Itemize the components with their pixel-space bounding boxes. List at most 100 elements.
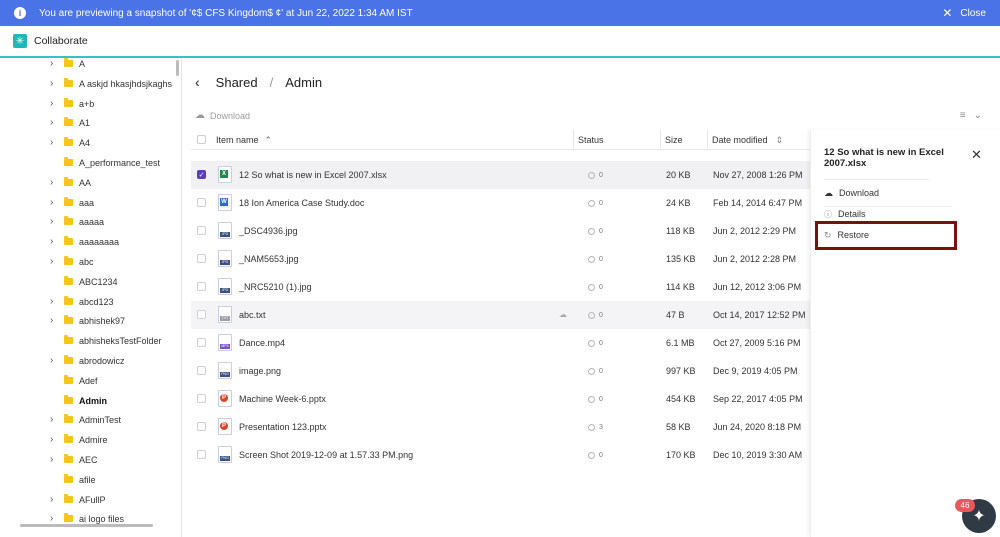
file-name[interactable]: 18 Ion America Case Study.doc [239, 189, 364, 217]
png-file-icon: PNG [218, 362, 232, 379]
tree-item[interactable]: › a+b [0, 94, 176, 114]
tree-item-label: A_performance_test [79, 158, 161, 168]
row-checkbox[interactable]: ✓ [197, 170, 206, 179]
status-ring-icon [588, 255, 595, 263]
tree-item-label: AFullP [79, 494, 106, 505]
chevron-right-icon[interactable]: › [50, 118, 58, 128]
chevron-right-icon[interactable]: › [50, 59, 58, 69]
tree-item-label: A4 [79, 138, 91, 149]
tree-horizontal-scrollbar[interactable] [20, 524, 153, 527]
chevron-right-icon[interactable]: › [50, 514, 58, 524]
file-name[interactable]: _NRC5210 (1).jpg [239, 273, 312, 301]
close-banner-button[interactable]: ✕ Close [942, 0, 986, 26]
tree-item[interactable]: › abrodowicz [0, 351, 176, 371]
tree-item[interactable]: › A4 [0, 133, 176, 153]
chevron-right-icon[interactable]: › [50, 78, 58, 88]
chevron-right-icon[interactable]: › [50, 138, 58, 148]
file-size: 997 KB [666, 366, 696, 376]
chevron-right-icon[interactable]: › [50, 415, 58, 425]
row-checkbox[interactable] [197, 254, 206, 263]
row-checkbox[interactable] [197, 394, 206, 403]
file-name[interactable]: abc.txt [239, 301, 266, 329]
chevron-right-icon[interactable]: › [50, 356, 58, 366]
chevron-right-icon[interactable]: › [50, 177, 58, 187]
tree-item[interactable]: › AEC [0, 450, 176, 470]
panel-download-button[interactable]: ☁ Download [824, 185, 879, 201]
select-all-checkbox[interactable] [197, 135, 206, 144]
folder-icon [64, 176, 73, 186]
file-name[interactable]: 12 So what is new in Excel 2007.xlsx [239, 161, 387, 189]
tree-item[interactable]: › AFullP [0, 490, 176, 510]
tree-item[interactable]: abhisheksTestFolder [0, 331, 176, 351]
column-status[interactable]: Status [578, 130, 604, 150]
column-size[interactable]: Size [665, 130, 683, 150]
file-name[interactable]: Dance.mp4 [239, 329, 285, 357]
row-checkbox[interactable] [197, 226, 206, 235]
file-name[interactable]: image.png [239, 357, 281, 385]
tree-item[interactable]: › AA [0, 173, 176, 193]
tree-item[interactable]: ABC1234 [0, 272, 176, 292]
tree-item[interactable]: › AdminTest [0, 410, 176, 430]
row-checkbox[interactable] [197, 422, 206, 431]
breadcrumb-shared[interactable]: Shared [216, 75, 258, 90]
tree-item[interactable]: › A [0, 58, 176, 74]
tree-item[interactable]: Admin [0, 391, 176, 411]
row-checkbox[interactable] [197, 310, 206, 319]
tree-item[interactable]: › abhishek97 [0, 311, 176, 331]
tree-item[interactable]: › aaa [0, 193, 176, 213]
row-checkbox[interactable] [197, 450, 206, 459]
file-name[interactable]: _DSC4936.jpg [239, 217, 298, 245]
chevron-right-icon[interactable]: › [50, 197, 58, 207]
row-checkbox[interactable] [197, 282, 206, 291]
row-checkbox[interactable] [197, 338, 206, 347]
row-checkbox[interactable] [197, 198, 206, 207]
chevron-right-icon[interactable]: › [50, 316, 58, 326]
status-count: 0 [599, 199, 603, 207]
tree-item[interactable]: › A askjd hkasjhdsjkaghs [0, 74, 176, 94]
file-name[interactable]: _NAM5653.jpg [239, 245, 299, 273]
list-view-icon: ≡ [959, 110, 966, 121]
chevron-right-icon[interactable]: › [50, 237, 58, 247]
chevron-right-icon[interactable]: › [50, 217, 58, 227]
tree-item[interactable]: A_performance_test [0, 153, 176, 173]
tree-vertical-scrollbar[interactable] [176, 60, 179, 76]
panel-details-button[interactable]: ⓘ Details [824, 206, 866, 222]
tree-item[interactable]: › abcd123 [0, 292, 176, 312]
file-name[interactable]: Presentation 123.pptx [239, 413, 327, 441]
tree-item[interactable]: afile [0, 470, 176, 490]
chevron-right-icon[interactable]: › [50, 257, 58, 267]
status-indicator: 0 [588, 273, 603, 301]
row-checkbox[interactable] [197, 366, 206, 375]
status-count: 3 [599, 423, 603, 431]
tree-item-label: abcd123 [79, 296, 114, 307]
chevron-right-icon[interactable]: › [50, 435, 58, 445]
column-item-name-label: Item name [216, 135, 259, 145]
tree-item[interactable]: › abc [0, 252, 176, 272]
chevron-right-icon[interactable]: › [50, 98, 58, 108]
panel-close-icon[interactable]: ✕ [971, 147, 982, 163]
chevron-right-icon[interactable]: › [50, 494, 58, 504]
file-name[interactable]: Screen Shot 2019-12-09 at 1.57.33 PM.png [239, 441, 413, 469]
file-date-modified: Dec 10, 2019 3:30 AM [713, 450, 803, 460]
folder-icon [64, 157, 73, 166]
tree-item[interactable]: › aaaaa [0, 212, 176, 232]
tree-item-label: ABC1234 [79, 276, 118, 287]
tree-item[interactable]: Adef [0, 371, 176, 391]
tree-item-label: AEC [79, 455, 98, 465]
tree-item[interactable]: › aaaaaaaa [0, 232, 176, 252]
column-item-name[interactable]: Item name ⌃ [216, 130, 272, 150]
chevron-right-icon[interactable]: › [50, 296, 58, 306]
status-indicator: 0 [588, 357, 603, 385]
tree-item[interactable]: › Admire [0, 430, 176, 450]
view-toggle[interactable]: ≡ ⌄ [960, 110, 982, 121]
cloud-download-icon[interactable]: ☁ [559, 311, 569, 319]
back-arrow-icon[interactable]: ‹ [195, 74, 200, 90]
status-count: 0 [599, 339, 603, 347]
column-date-modified[interactable]: Date modified ⇕ [712, 130, 783, 150]
chevron-right-icon[interactable]: › [50, 455, 58, 465]
file-name[interactable]: Machine Week-6.pptx [239, 385, 326, 413]
column-status-label: Status [578, 135, 604, 145]
panel-file-title: 12 So what is new in Excel 2007.xlsx [824, 147, 944, 169]
download-toolbar-button[interactable]: ☁ Download [195, 110, 250, 121]
tree-item[interactable]: › A1 [0, 113, 176, 133]
